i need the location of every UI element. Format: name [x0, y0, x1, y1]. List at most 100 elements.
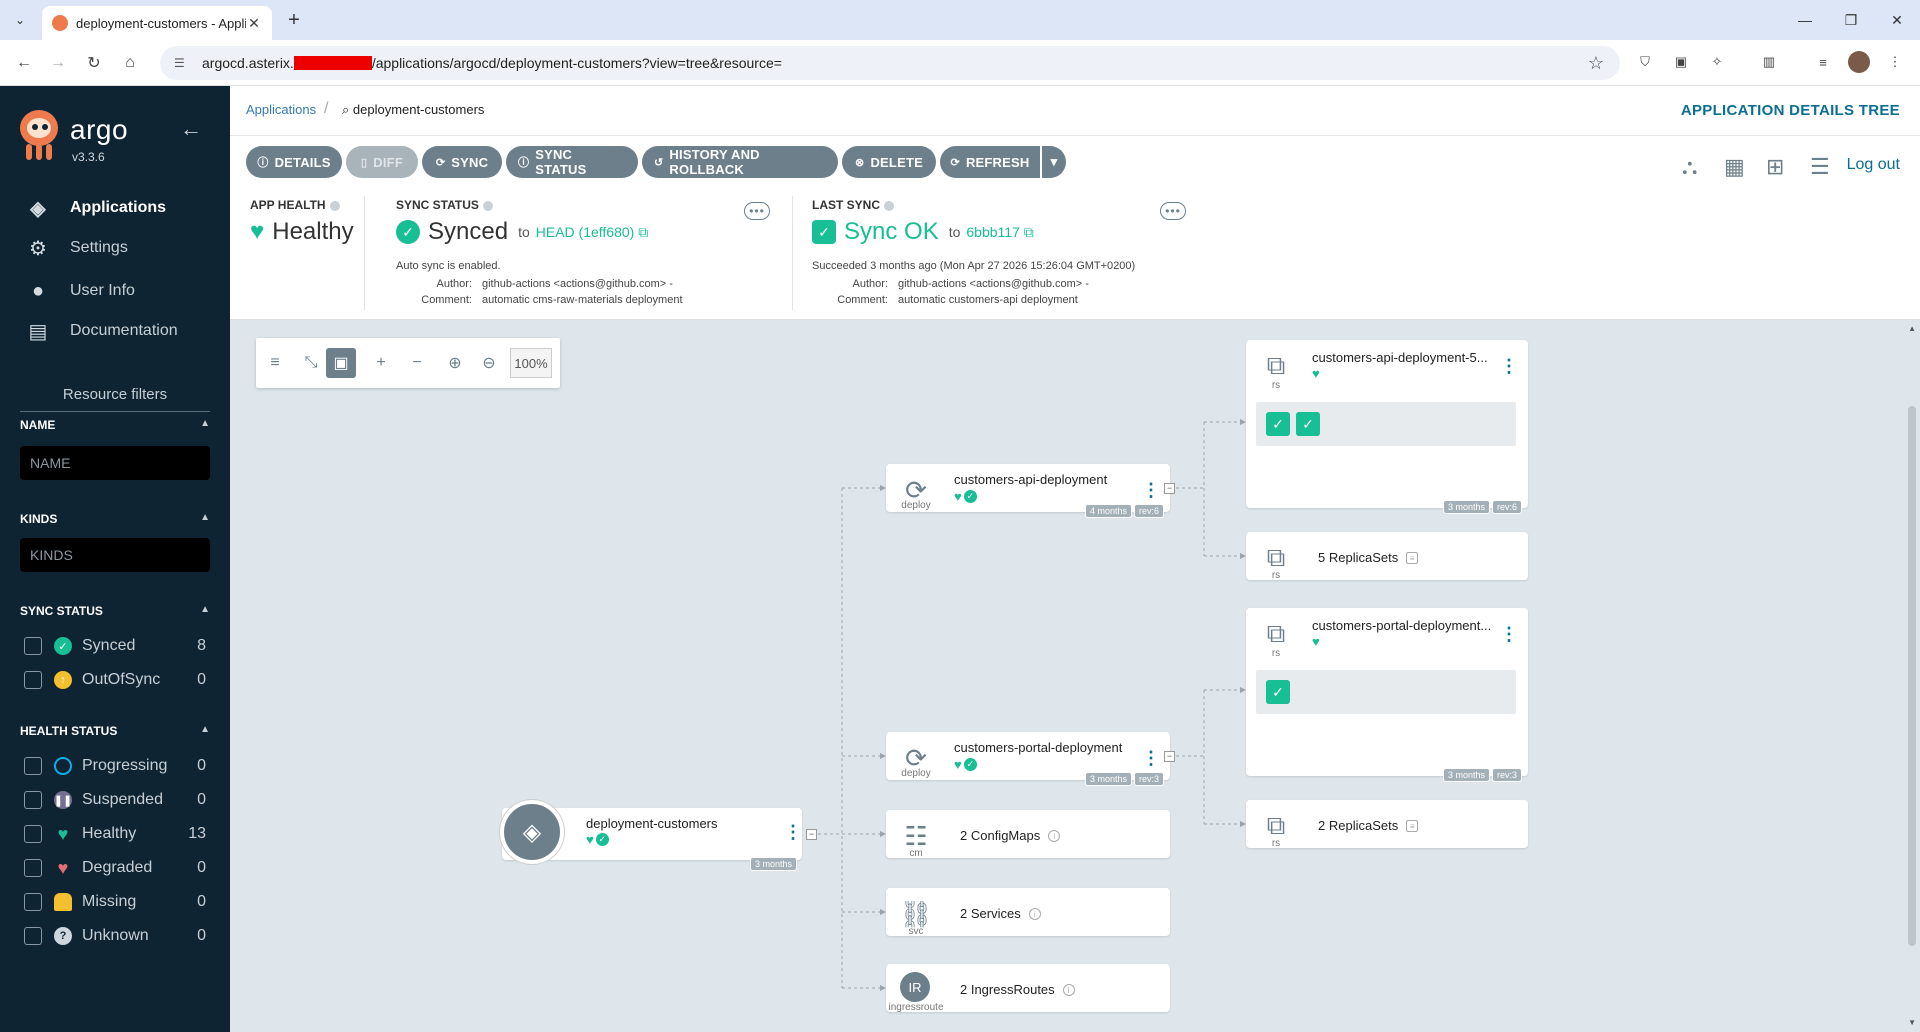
- node-group-services[interactable]: ⛓ svc 2 Services i: [886, 888, 1170, 937]
- collapse-all-icon[interactable]: −: [402, 348, 432, 378]
- zoom-out-icon[interactable]: ⊖: [474, 348, 504, 378]
- collapse-node-icon[interactable]: −: [1164, 751, 1175, 762]
- password-extension-icon[interactable]: ▣: [1670, 51, 1692, 73]
- filter-progressing[interactable]: Progressing 0: [24, 754, 206, 778]
- compact-icon[interactable]: ⤡: [296, 348, 326, 378]
- kinds-filter-header[interactable]: KINDS ▲: [20, 512, 210, 526]
- sync-status-button[interactable]: ⓘ SYNC STATUS: [506, 146, 638, 178]
- checkbox[interactable]: [24, 637, 42, 655]
- node-group-ingressroutes[interactable]: IR ingressroute 2 IngressRoutes i: [886, 964, 1170, 1013]
- home-icon[interactable]: ⌂: [116, 49, 144, 77]
- kinds-filter-input[interactable]: [20, 538, 210, 572]
- help-icon[interactable]: [329, 200, 340, 211]
- checkbox[interactable]: [24, 671, 42, 689]
- last-sync-more-button[interactable]: •••: [1160, 202, 1186, 220]
- filter-healthy[interactable]: ♥ Healthy 13: [24, 822, 206, 846]
- logout-link[interactable]: Log out: [1847, 156, 1900, 174]
- back-icon[interactable]: ←: [10, 49, 38, 77]
- scroll-down-icon[interactable]: ▼: [1908, 1018, 1916, 1027]
- checkbox[interactable]: [24, 791, 42, 809]
- network-view-icon[interactable]: ⊞: [1766, 154, 1784, 180]
- sidebar-item-applications[interactable]: ◈ Applications: [24, 193, 166, 223]
- breadcrumb-applications[interactable]: Applications: [246, 102, 316, 117]
- filter-missing[interactable]: Missing 0: [24, 890, 206, 914]
- filter-suspended[interactable]: ❚❚ Suspended 0: [24, 788, 206, 812]
- site-info-icon[interactable]: ☰: [174, 56, 192, 70]
- browser-menu-icon[interactable]: ⋮: [1884, 51, 1906, 73]
- collapse-sidebar-icon[interactable]: ←: [180, 116, 202, 142]
- address-bar[interactable]: ☰ argocd.asterix. /applications/argocd/de…: [160, 46, 1620, 80]
- sidebar-item-user-info[interactable]: ● User Info: [24, 276, 135, 306]
- name-filter-header[interactable]: NAME ▲: [20, 418, 210, 432]
- reload-icon[interactable]: ↻: [80, 49, 108, 77]
- node-customers-portal-deployment[interactable]: ⟳ deploy customers-portal-deployment ♥ ✓ …: [886, 732, 1170, 786]
- sync-status-filter-header[interactable]: SYNC STATUS ▲: [20, 604, 210, 618]
- shield-extension-icon[interactable]: ⛉: [1634, 51, 1656, 73]
- help-icon[interactable]: [884, 200, 895, 211]
- node-customers-api-deployment[interactable]: ⟳ deploy customers-api-deployment ♥ ✓ ⋮ 4…: [886, 464, 1170, 518]
- collapse-node-icon[interactable]: −: [1164, 483, 1175, 494]
- fit-view-icon[interactable]: ▣: [326, 348, 356, 378]
- restore-icon[interactable]: ❐: [1828, 0, 1874, 40]
- bookmark-star-icon[interactable]: ☆: [1588, 53, 1604, 74]
- zoom-level[interactable]: 100%: [510, 348, 552, 378]
- node-group-replicasets-portal[interactable]: ⧉ rs 2 ReplicaSets ≡: [1246, 800, 1528, 849]
- node-menu-icon[interactable]: ⋮: [1142, 480, 1160, 501]
- collapse-node-icon[interactable]: −: [806, 829, 817, 840]
- health-status-filter-header[interactable]: HEALTH STATUS ▲: [20, 724, 210, 738]
- node-menu-icon[interactable]: ⋮: [784, 822, 802, 843]
- sync-status-more-button[interactable]: •••: [744, 202, 770, 220]
- filter-unknown[interactable]: ? Unknown 0: [24, 924, 206, 948]
- refresh-button[interactable]: ⟳ REFRESH: [940, 146, 1040, 178]
- pods-view-icon[interactable]: ▦: [1724, 154, 1745, 180]
- sync-revision-link[interactable]: HEAD (1eff680) ⧉: [536, 224, 648, 241]
- checkbox[interactable]: [24, 927, 42, 945]
- forward-icon[interactable]: →: [44, 49, 72, 77]
- close-tab-icon[interactable]: ✕: [246, 15, 262, 32]
- checkbox[interactable]: [24, 825, 42, 843]
- expand-all-icon[interactable]: +: [366, 348, 396, 378]
- diff-button[interactable]: ▯ DIFF: [346, 146, 418, 178]
- profile-avatar[interactable]: [1848, 51, 1870, 73]
- new-tab-button[interactable]: +: [282, 8, 306, 32]
- node-menu-icon[interactable]: ⋮: [1142, 748, 1160, 769]
- tab-search-icon[interactable]: ⌄: [8, 8, 32, 32]
- pod-healthy-icon[interactable]: ✓: [1266, 680, 1290, 704]
- checkbox[interactable]: [24, 859, 42, 877]
- extensions-icon[interactable]: ✧: [1706, 51, 1728, 73]
- node-replicaset-customers-portal[interactable]: ⧉ rs customers-portal-deployment... ♥ ⋮ …: [1246, 608, 1528, 782]
- node-menu-icon[interactable]: ⋮: [1500, 624, 1518, 645]
- filter-degraded[interactable]: ♥ Degraded 0: [24, 856, 206, 880]
- filter-synced[interactable]: ✓ Synced 8: [24, 634, 206, 658]
- media-controls-icon[interactable]: ≡: [1812, 51, 1834, 73]
- delete-button[interactable]: ⊗ DELETE: [842, 146, 936, 178]
- list-view-icon[interactable]: ☰: [1810, 154, 1830, 180]
- node-group-configmaps[interactable]: ☷ cm 2 ConfigMaps i: [886, 810, 1170, 859]
- pod-healthy-icon[interactable]: ✓: [1296, 412, 1320, 436]
- tree-view-icon[interactable]: ⛬: [1682, 154, 1697, 180]
- reading-mode-icon[interactable]: ▥: [1758, 51, 1780, 73]
- help-icon[interactable]: [482, 200, 493, 211]
- node-group-replicasets-api[interactable]: ⧉ rs 5 ReplicaSets ≡: [1246, 532, 1528, 581]
- minimize-icon[interactable]: —: [1782, 0, 1828, 40]
- breadcrumb-current[interactable]: ⌕ deployment-customers: [342, 102, 484, 118]
- name-filter-input[interactable]: [20, 446, 210, 480]
- graph-scrollbar[interactable]: [1908, 406, 1916, 946]
- last-sync-revision-link[interactable]: 6bbb117 ⧉: [966, 224, 1033, 241]
- details-button[interactable]: ⓘ DETAILS: [246, 146, 342, 178]
- history-rollback-button[interactable]: ↺ HISTORY AND ROLLBACK: [642, 146, 838, 178]
- close-window-icon[interactable]: ✕: [1874, 0, 1920, 40]
- refresh-dropdown-button[interactable]: ▾: [1042, 146, 1066, 178]
- zoom-in-icon[interactable]: ⊕: [440, 348, 470, 378]
- sidebar-item-settings[interactable]: ⚙ Settings: [24, 233, 128, 263]
- align-left-icon[interactable]: ≡: [260, 348, 290, 378]
- node-replicaset-customers-api[interactable]: ⧉ rs customers-api-deployment-5... ♥ ⋮ ✓…: [1246, 340, 1528, 514]
- filter-outofsync[interactable]: ↑ OutOfSync 0: [24, 668, 206, 692]
- pod-healthy-icon[interactable]: ✓: [1266, 412, 1290, 436]
- checkbox[interactable]: [24, 893, 42, 911]
- node-menu-icon[interactable]: ⋮: [1500, 356, 1518, 377]
- checkbox[interactable]: [24, 757, 42, 775]
- browser-tab[interactable]: deployment-customers - Applic ✕: [42, 6, 272, 40]
- sync-button[interactable]: ⟳ SYNC: [422, 146, 502, 178]
- sidebar-item-documentation[interactable]: ▤ Documentation: [24, 316, 178, 346]
